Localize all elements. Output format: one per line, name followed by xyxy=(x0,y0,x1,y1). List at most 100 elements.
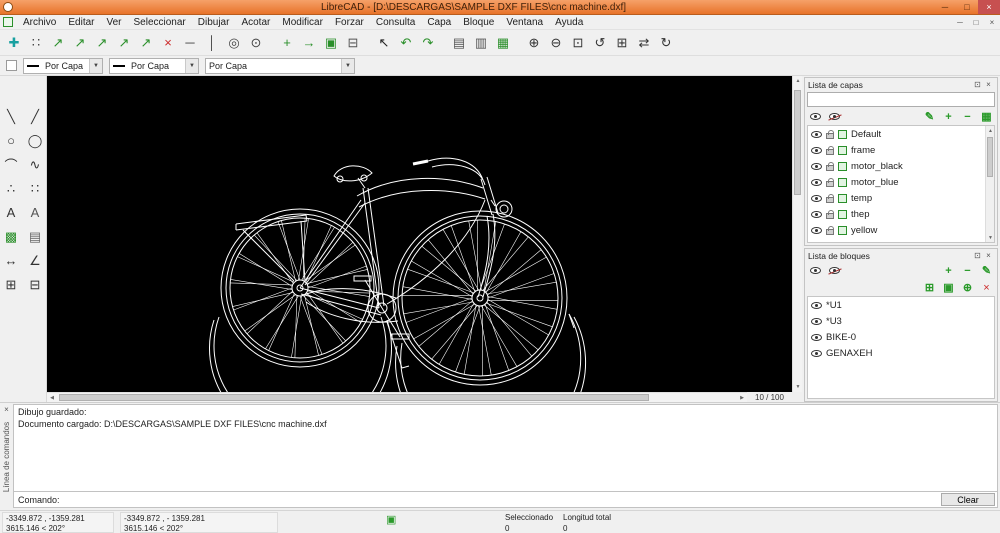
tool-dim-angular-button[interactable]: ∠ xyxy=(25,250,46,271)
redraw-button[interactable]: ↻ xyxy=(655,32,677,54)
undo-button[interactable]: ↶ xyxy=(395,32,417,54)
zoom-pan-button[interactable]: ⇄ xyxy=(633,32,655,54)
pointer-button[interactable]: ↖ xyxy=(373,32,395,54)
mdi-restore-button[interactable]: □ xyxy=(968,18,984,27)
layer-visibility-icon[interactable] xyxy=(811,131,822,138)
restrict-vertical-button[interactable]: │ xyxy=(201,32,223,54)
layer-visibility-icon[interactable] xyxy=(811,163,822,170)
minimize-button[interactable]: ─ xyxy=(934,0,956,14)
remove-block-button[interactable]: − xyxy=(959,263,976,278)
mdi-minimize-button[interactable]: ─ xyxy=(952,18,968,27)
menu-ventana[interactable]: Ventana xyxy=(500,15,549,29)
menu-consulta[interactable]: Consulta xyxy=(370,15,421,29)
new-block-button[interactable]: ⊕ xyxy=(959,280,976,295)
zoom-window-button[interactable]: ⊞ xyxy=(611,32,633,54)
menu-seleccionar[interactable]: Seleccionar xyxy=(128,15,192,29)
snap-endpoint-button[interactable]: ↗ xyxy=(47,32,69,54)
restrict-horizontal-button[interactable]: ─ xyxy=(179,32,201,54)
block-visibility-icon[interactable] xyxy=(811,334,822,341)
delete-block-button[interactable]: × xyxy=(978,280,995,295)
layer-row[interactable]: motor_black xyxy=(808,158,994,174)
insert-block-button[interactable]: ⊞ xyxy=(921,280,938,295)
add-layer-button[interactable]: + xyxy=(940,109,957,124)
layer-lock-icon[interactable] xyxy=(826,165,834,171)
blocks-panel-toggle-button[interactable]: ▥ xyxy=(470,32,492,54)
pen-lock-checkbox[interactable] xyxy=(6,60,17,71)
scroll-up-icon[interactable]: ▲ xyxy=(793,76,803,86)
tool-modify-move-button[interactable]: ⊞ xyxy=(1,274,22,295)
layer-lock-icon[interactable] xyxy=(826,197,834,203)
close-dock-icon[interactable]: × xyxy=(1,404,12,415)
drawing-canvas[interactable] xyxy=(47,76,792,392)
snap-free-button[interactable]: ✚ xyxy=(3,32,25,54)
layer-visibility-icon[interactable] xyxy=(811,179,822,186)
library-browser-button[interactable]: ▦ xyxy=(492,32,514,54)
tool-mtext-button[interactable]: A xyxy=(1,202,22,223)
snap-intersection-button[interactable]: × xyxy=(157,32,179,54)
horizontal-scroll-thumb[interactable] xyxy=(59,394,649,401)
menu-editar[interactable]: Editar xyxy=(62,15,100,29)
tool-arc-button[interactable]: ⌒ xyxy=(1,154,22,175)
scroll-down-icon[interactable]: ▼ xyxy=(986,233,995,242)
show-all-blocks-button[interactable] xyxy=(807,263,824,278)
menu-modificar[interactable]: Modificar xyxy=(276,15,329,29)
zoom-previous-button[interactable]: ↺ xyxy=(589,32,611,54)
mdi-close-button[interactable]: × xyxy=(984,18,1000,27)
layer-lock-icon[interactable] xyxy=(826,181,834,187)
hide-all-blocks-button[interactable] xyxy=(826,263,843,278)
layer-filter-input[interactable] xyxy=(807,92,995,107)
block-row[interactable]: *U1 xyxy=(808,297,994,313)
menu-dibujar[interactable]: Dibujar xyxy=(192,15,236,29)
tool-circle-button[interactable]: ○ xyxy=(1,130,22,151)
print-drawing-button[interactable]: ⊟ xyxy=(342,32,364,54)
menu-archivo[interactable]: Archivo xyxy=(17,15,62,29)
layer-scroll-thumb[interactable] xyxy=(987,137,993,177)
tool-ellipse-button[interactable]: ◯ xyxy=(25,130,46,151)
layer-visibility-icon[interactable] xyxy=(811,227,822,234)
layer-row[interactable]: frame xyxy=(808,142,994,158)
tool-text-button[interactable]: A xyxy=(25,202,46,223)
zoom-out-button[interactable]: ⊖ xyxy=(545,32,567,54)
layer-lock-icon[interactable] xyxy=(826,213,834,219)
show-all-layers-button[interactable] xyxy=(807,109,824,124)
tool-point-button[interactable]: ∴ xyxy=(1,178,22,199)
block-row[interactable]: *U3 xyxy=(808,313,994,329)
save-drawing-button[interactable]: ▣ xyxy=(320,32,342,54)
close-panel-icon[interactable]: × xyxy=(983,251,994,260)
layer-visibility-icon[interactable] xyxy=(811,195,822,202)
layer-row[interactable]: thep xyxy=(808,206,994,222)
tool-modify-trim-button[interactable]: ⊟ xyxy=(25,274,46,295)
close-panel-icon[interactable]: × xyxy=(983,80,994,89)
block-row[interactable]: GENAXEH xyxy=(808,345,994,361)
tool-hatch-button[interactable]: ▩ xyxy=(1,226,22,247)
menu-capa[interactable]: Capa xyxy=(421,15,457,29)
tool-image-button[interactable]: ▤ xyxy=(25,226,46,247)
layer-list-scrollbar[interactable]: ▲ ▼ xyxy=(985,126,994,242)
layer-row[interactable]: motor_blue xyxy=(808,174,994,190)
set-relative-zero-button[interactable]: ◎ xyxy=(223,32,245,54)
tool-spline-button[interactable]: ∿ xyxy=(25,154,46,175)
zoom-in-button[interactable]: ⊕ xyxy=(523,32,545,54)
hide-all-layers-button[interactable] xyxy=(826,109,843,124)
scroll-up-icon[interactable]: ▲ xyxy=(986,126,995,135)
menu-forzar[interactable]: Forzar xyxy=(329,15,370,29)
chevron-down-icon[interactable]: ▼ xyxy=(89,59,102,73)
layer-row[interactable]: temp xyxy=(808,190,994,206)
block-visibility-icon[interactable] xyxy=(811,302,822,309)
tool-line-angle-button[interactable]: ╱ xyxy=(25,106,46,127)
add-block-button[interactable]: + xyxy=(940,263,957,278)
block-visibility-icon[interactable] xyxy=(811,350,822,357)
layer-visibility-icon[interactable] xyxy=(811,211,822,218)
tool-line-button[interactable]: ╲ xyxy=(1,106,22,127)
snap-middle-button[interactable]: ↗ xyxy=(113,32,135,54)
menu-ver[interactable]: Ver xyxy=(100,15,127,29)
block-row[interactable]: BIKE-0 xyxy=(808,329,994,345)
open-drawing-button[interactable]: → xyxy=(298,32,320,54)
float-panel-icon[interactable]: ⊡ xyxy=(972,251,983,260)
color-combobox[interactable]: Por Capa ▼ xyxy=(23,58,103,74)
snap-grid-button[interactable]: ∷ xyxy=(25,32,47,54)
vertical-scroll-thumb[interactable] xyxy=(794,90,801,195)
remove-layer-button[interactable]: − xyxy=(959,109,976,124)
tool-points-button[interactable]: ∷ xyxy=(25,178,46,199)
snap-on-entity-button[interactable]: ↗ xyxy=(69,32,91,54)
